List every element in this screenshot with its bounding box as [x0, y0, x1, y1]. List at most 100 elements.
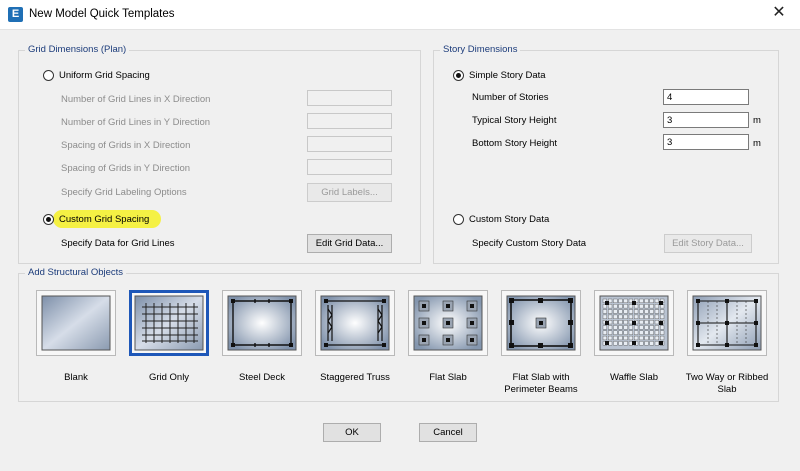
- waffle-cell: [618, 304, 623, 309]
- waffle-cell: [639, 298, 644, 303]
- waffle-cell: [649, 341, 654, 346]
- waffle-cell: [618, 320, 623, 325]
- custom-grid-spacing-label[interactable]: Custom Grid Spacing: [59, 214, 149, 225]
- uniform-grid-spacing-radio[interactable]: [43, 70, 54, 81]
- template-caption-blank: Blank: [64, 372, 88, 383]
- waffle-cell: [602, 335, 607, 341]
- template-tile-steel-deck[interactable]: [222, 290, 302, 356]
- template-tile-staggered-truss[interactable]: [315, 290, 395, 356]
- grid-lines-y-field[interactable]: [307, 113, 392, 129]
- waffle-cell: [649, 298, 654, 303]
- template-caption-grid-only: Grid Only: [148, 372, 190, 383]
- waffle-cell: [613, 341, 618, 346]
- waffle-cell: [613, 330, 618, 335]
- waffle-cell: [628, 309, 633, 314]
- edit-grid-data-button[interactable]: Edit Grid Data...: [307, 234, 392, 253]
- typical-height-unit: m: [753, 115, 761, 126]
- waffle-cell: [644, 304, 649, 309]
- waffle-cell: [613, 309, 618, 314]
- etabs-app-icon: E: [8, 7, 23, 22]
- ok-button[interactable]: OK: [323, 423, 381, 442]
- grid-lines-y-label: Number of Grid Lines in Y Direction: [61, 117, 211, 128]
- number-of-stories-label: Number of Stories: [472, 92, 549, 103]
- template-caption-steel-deck: Steel Deck: [239, 372, 285, 383]
- waffle-cell: [660, 325, 665, 330]
- waffle-cell: [639, 320, 644, 325]
- waffle-cell: [634, 330, 639, 335]
- waffle-cell: [639, 330, 644, 335]
- template-tile-two-way-ribbed[interactable]: [687, 290, 767, 356]
- waffle-cell: [607, 309, 613, 314]
- close-icon[interactable]: ✕: [770, 4, 788, 22]
- template-caption-staggered-truss: Staggered Truss: [320, 372, 390, 383]
- waffle-cell: [649, 330, 654, 335]
- grid-spacing-y-field[interactable]: [307, 159, 392, 175]
- simple-story-data-radio[interactable]: [453, 70, 464, 81]
- custom-grid-spacing-radio[interactable]: [43, 214, 54, 225]
- waffle-cell: [607, 314, 613, 319]
- waffle-cell: [639, 304, 644, 309]
- grid-labels-button[interactable]: Grid Labels...: [307, 183, 392, 202]
- staggered-truss-icon: [320, 295, 390, 351]
- two-way-ribbed-slab-icon: [692, 295, 762, 351]
- bottom-story-height-label: Bottom Story Height: [472, 138, 558, 149]
- flat-slab-perimeter-beams-icon: [506, 295, 576, 351]
- waffle-cell: [639, 335, 644, 341]
- grid-spacing-y-label: Spacing of Grids in Y Direction: [61, 163, 191, 174]
- waffle-cell: [634, 335, 639, 341]
- waffle-cell: [623, 304, 628, 309]
- waffle-cell: [660, 309, 665, 314]
- grid-labeling-label: Specify Grid Labeling Options: [61, 187, 187, 198]
- waffle-cell: [618, 341, 623, 346]
- template-caption-two-way-ribbed: Two Way or Ribbed Slab: [685, 372, 769, 395]
- simple-story-data-label[interactable]: Simple Story Data: [469, 70, 546, 81]
- waffle-cell: [654, 341, 659, 346]
- edit-story-data-button[interactable]: Edit Story Data...: [664, 234, 752, 253]
- waffle-cell: [644, 330, 649, 335]
- template-tile-blank[interactable]: [36, 290, 116, 356]
- cancel-button[interactable]: Cancel: [419, 423, 477, 442]
- waffle-cell: [618, 314, 623, 319]
- waffle-cell: [618, 298, 623, 303]
- waffle-cell: [649, 325, 654, 330]
- grid-lines-x-field[interactable]: [307, 90, 392, 106]
- waffle-cell: [613, 298, 618, 303]
- waffle-cell: [628, 330, 633, 335]
- blank-template-icon: [41, 295, 111, 351]
- custom-story-data-label[interactable]: Custom Story Data: [469, 214, 549, 225]
- flat-slab-icon: [413, 295, 483, 351]
- waffle-cell: [654, 309, 659, 314]
- number-of-stories-field[interactable]: 4: [663, 89, 749, 105]
- waffle-cell: [654, 320, 659, 325]
- template-tile-flat-slab[interactable]: [408, 290, 488, 356]
- bottom-story-height-field[interactable]: 3: [663, 134, 749, 150]
- grid-spacing-x-label: Spacing of Grids in X Direction: [61, 140, 191, 151]
- bottom-height-unit: m: [753, 138, 761, 149]
- waffle-cell: [644, 335, 649, 341]
- uniform-grid-spacing-label[interactable]: Uniform Grid Spacing: [59, 70, 150, 81]
- waffle-cell: [639, 325, 644, 330]
- template-tile-waffle-slab[interactable]: [594, 290, 674, 356]
- waffle-cell: [649, 309, 654, 314]
- typical-story-height-field[interactable]: 3: [663, 112, 749, 128]
- waffle-cell: [644, 320, 649, 325]
- waffle-cell: [623, 325, 628, 330]
- custom-story-data-radio[interactable]: [453, 214, 464, 225]
- waffle-cell: [618, 309, 623, 314]
- waffle-cell: [607, 330, 613, 335]
- template-tile-grid-only[interactable]: [129, 290, 209, 356]
- waffle-cell: [613, 325, 618, 330]
- waffle-cell: [654, 330, 659, 335]
- waffle-cell: [644, 341, 649, 346]
- waffle-cell: [639, 341, 644, 346]
- template-tile-flat-slab-perimeter[interactable]: [501, 290, 581, 356]
- waffle-cell: [613, 335, 618, 341]
- waffle-cell: [634, 309, 639, 314]
- waffle-cell: [618, 325, 623, 330]
- grid-spacing-x-field[interactable]: [307, 136, 392, 152]
- waffle-cell: [623, 330, 628, 335]
- waffle-cell: [654, 325, 659, 330]
- waffle-cell: [644, 309, 649, 314]
- waffle-cell: [628, 325, 633, 330]
- grid-dimensions-title: Grid Dimensions (Plan): [25, 44, 130, 55]
